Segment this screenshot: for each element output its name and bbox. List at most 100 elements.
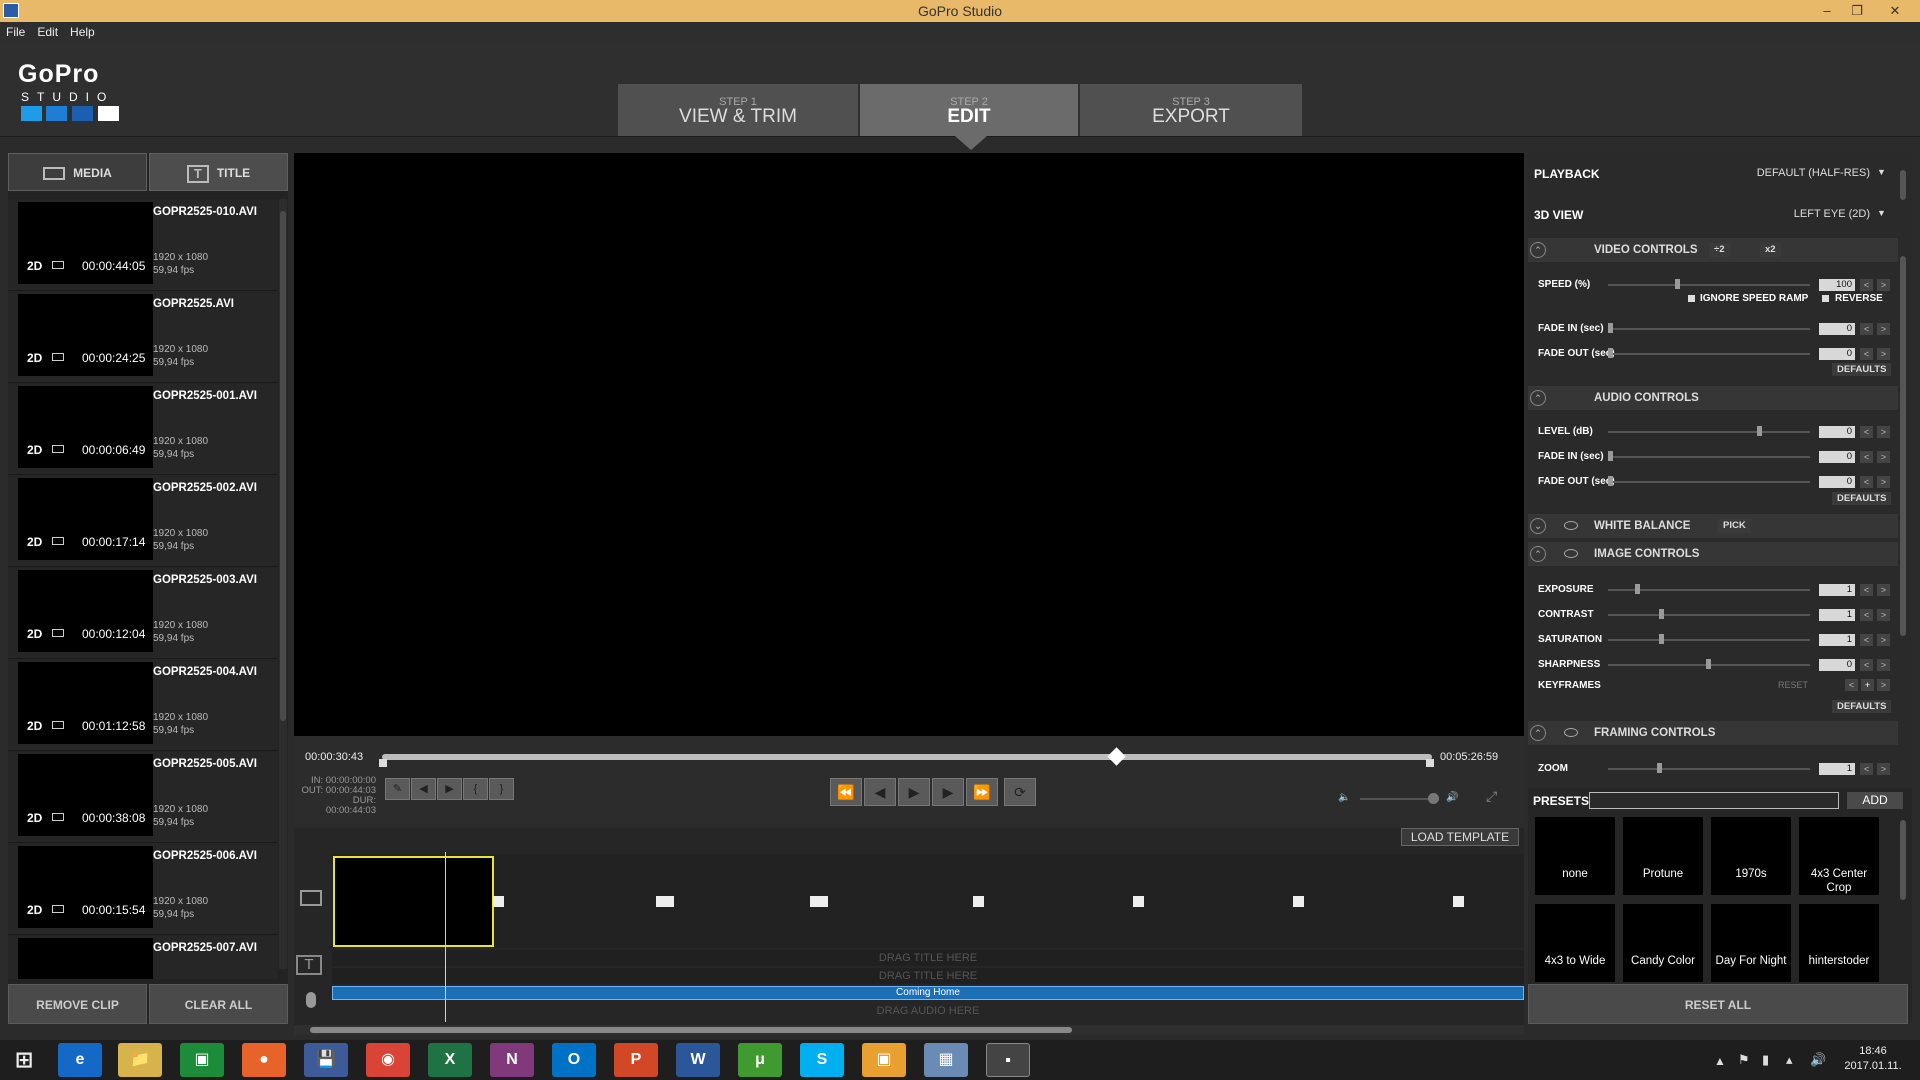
- ignore-speed-ramp-checkbox[interactable]: [1688, 295, 1695, 302]
- timeline-drop-slot[interactable]: [810, 896, 828, 907]
- go-to-out-icon[interactable]: ▶: [437, 778, 462, 800]
- windows-start-icon[interactable]: ⊞: [2, 1043, 46, 1077]
- volume-slider[interactable]: [1360, 798, 1438, 800]
- volume-icon[interactable]: 🔊: [1810, 1052, 1826, 1068]
- increment-icon[interactable]: >: [1877, 476, 1890, 488]
- clip-item[interactable]: GOPR2525-007.AVI: [8, 935, 278, 979]
- decrement-icon[interactable]: <: [1860, 584, 1873, 596]
- preset-tile[interactable]: Candy Color: [1623, 904, 1703, 982]
- decrement-icon[interactable]: <: [1860, 609, 1873, 621]
- load-template-button[interactable]: LOAD TEMPLATE: [1401, 828, 1519, 846]
- zoom-slider-knob[interactable]: [1657, 763, 1662, 773]
- decrement-icon[interactable]: <: [1860, 659, 1873, 671]
- volume-knob[interactable]: [1428, 793, 1439, 804]
- menu-edit[interactable]: Edit: [31, 22, 64, 42]
- inspector-scrollbar-top[interactable]: [1900, 170, 1906, 200]
- media-scrollbar[interactable]: [279, 199, 287, 969]
- audio-clip[interactable]: Coming Home: [332, 986, 1524, 1000]
- clip-item[interactable]: 2D 00:00:15:54 GOPR2525-006.AVI 1920 x 1080…: [8, 843, 278, 935]
- video-controls-header[interactable]: ⌃ VIDEO CONTROLS ÷2 x2: [1528, 238, 1898, 262]
- level-slider[interactable]: [1608, 431, 1810, 433]
- eye-icon[interactable]: [1564, 521, 1578, 530]
- step-edit[interactable]: STEP 2 EDIT: [860, 84, 1078, 136]
- go-to-in-icon[interactable]: ◀: [411, 778, 436, 800]
- playback-chevron-down-icon[interactable]: ▼: [1877, 167, 1886, 177]
- increment-icon[interactable]: >: [1877, 451, 1890, 463]
- decrement-icon[interactable]: <: [1860, 348, 1873, 360]
- a-fade-out-value[interactable]: 0: [1819, 476, 1855, 488]
- next-keyframe-icon[interactable]: >: [1877, 679, 1890, 691]
- title-track-2[interactable]: DRAG TITLE HERE: [332, 968, 1524, 984]
- a-fade-out-slider[interactable]: [1608, 481, 1810, 483]
- step-view-trim[interactable]: STEP 1 VIEW & TRIM: [618, 84, 858, 136]
- step-export[interactable]: STEP 3 EXPORT: [1080, 84, 1302, 136]
- exposure-value[interactable]: 1: [1819, 584, 1855, 596]
- in-marker[interactable]: [379, 759, 387, 767]
- excel-icon[interactable]: X: [428, 1043, 472, 1077]
- white-balance-header[interactable]: ⌄ WHITE BALANCE PICK: [1528, 514, 1898, 538]
- clip-item[interactable]: 2D 00:00:24:25 GOPR2525.AVI 1920 x 1080 59,9…: [8, 291, 278, 383]
- timeline-playhead[interactable]: [445, 852, 446, 1022]
- increment-icon[interactable]: >: [1877, 279, 1890, 291]
- reset-all-button[interactable]: RESET ALL: [1528, 984, 1908, 1024]
- increment-icon[interactable]: >: [1877, 584, 1890, 596]
- preset-tile[interactable]: 4x3 to Wide: [1535, 904, 1615, 982]
- preset-tile[interactable]: 1970s: [1711, 817, 1791, 895]
- skype-icon[interactable]: S: [800, 1043, 844, 1077]
- video-defaults-button[interactable]: DEFAULTS: [1832, 363, 1892, 376]
- play-icon[interactable]: ▶: [898, 778, 930, 806]
- sharpness-value[interactable]: 0: [1819, 659, 1855, 671]
- expand-icon[interactable]: ⌄: [1530, 518, 1546, 534]
- audio-drop-zone[interactable]: DRAG AUDIO HERE: [332, 1003, 1524, 1019]
- fast-forward-icon[interactable]: ⏩: [966, 778, 998, 806]
- timeline-drop-slot[interactable]: [656, 896, 674, 907]
- tab-media[interactable]: MEDIA: [8, 153, 147, 191]
- v-fade-out-slider[interactable]: [1608, 353, 1810, 355]
- decrement-icon[interactable]: <: [1860, 476, 1873, 488]
- timeline-drop-slot[interactable]: [973, 896, 984, 907]
- step-back-icon[interactable]: ◀: [864, 778, 896, 806]
- remove-clip-button[interactable]: REMOVE CLIP: [8, 984, 147, 1024]
- step-forward-icon[interactable]: ▶: [932, 778, 964, 806]
- volume-high-icon[interactable]: 🔊: [1446, 792, 1458, 803]
- increment-icon[interactable]: >: [1877, 323, 1890, 335]
- increment-icon[interactable]: >: [1877, 609, 1890, 621]
- speed-slider[interactable]: [1608, 284, 1810, 286]
- 3d-view-chevron-down-icon[interactable]: ▼: [1877, 208, 1886, 218]
- pick-button[interactable]: PICK: [1718, 519, 1751, 533]
- network-icon[interactable]: ▴: [1786, 1052, 1793, 1068]
- increment-icon[interactable]: >: [1877, 634, 1890, 646]
- preset-tile[interactable]: Day For Night: [1711, 904, 1791, 982]
- restore-icon[interactable]: ❐: [1844, 0, 1870, 22]
- word-icon[interactable]: W: [676, 1043, 720, 1077]
- gopro-studio-taskbar-icon[interactable]: ▪: [986, 1043, 1030, 1077]
- speed-half-button[interactable]: ÷2: [1709, 243, 1730, 257]
- tab-title[interactable]: T TITLE: [149, 153, 288, 191]
- zoom-slider[interactable]: [1608, 768, 1810, 770]
- audio-controls-header[interactable]: ⌃ AUDIO CONTROLS: [1528, 386, 1898, 410]
- menu-file[interactable]: File: [0, 22, 31, 42]
- presets-scrollbar[interactable]: [1900, 820, 1906, 900]
- reverse-checkbox[interactable]: [1822, 295, 1829, 302]
- v-fade-in-slider[interactable]: [1608, 328, 1810, 330]
- fullscreen-icon[interactable]: ⤢: [1486, 788, 1497, 805]
- remote-desktop-icon[interactable]: ▦: [924, 1043, 968, 1077]
- increment-icon[interactable]: >: [1877, 426, 1890, 438]
- tray-expand-icon[interactable]: ▲: [1714, 1054, 1726, 1068]
- clip-item[interactable]: 2D 00:00:06:49 GOPR2525-001.AVI 1920 x 1080…: [8, 383, 278, 475]
- a-fade-in-value[interactable]: 0: [1819, 451, 1855, 463]
- eye-icon[interactable]: [1564, 728, 1578, 737]
- decrement-icon[interactable]: <: [1860, 279, 1873, 291]
- collapse-icon[interactable]: ⌃: [1530, 390, 1546, 406]
- media-scrollbar-thumb[interactable]: [280, 211, 286, 721]
- timeline-drop-slot[interactable]: [1293, 896, 1304, 907]
- a-fade-out-slider-knob[interactable]: [1608, 476, 1613, 486]
- v-fade-in-value[interactable]: 0: [1819, 323, 1855, 335]
- eye-icon[interactable]: [1564, 549, 1578, 558]
- v-fade-in-slider-knob[interactable]: [1608, 323, 1613, 333]
- sharpness-slider-knob[interactable]: [1706, 659, 1711, 669]
- close-icon[interactable]: ✕: [1882, 0, 1908, 22]
- v-fade-out-value[interactable]: 0: [1819, 348, 1855, 360]
- a-fade-in-slider[interactable]: [1608, 456, 1810, 458]
- framing-controls-header[interactable]: ⌃ FRAMING CONTROLS: [1528, 721, 1898, 745]
